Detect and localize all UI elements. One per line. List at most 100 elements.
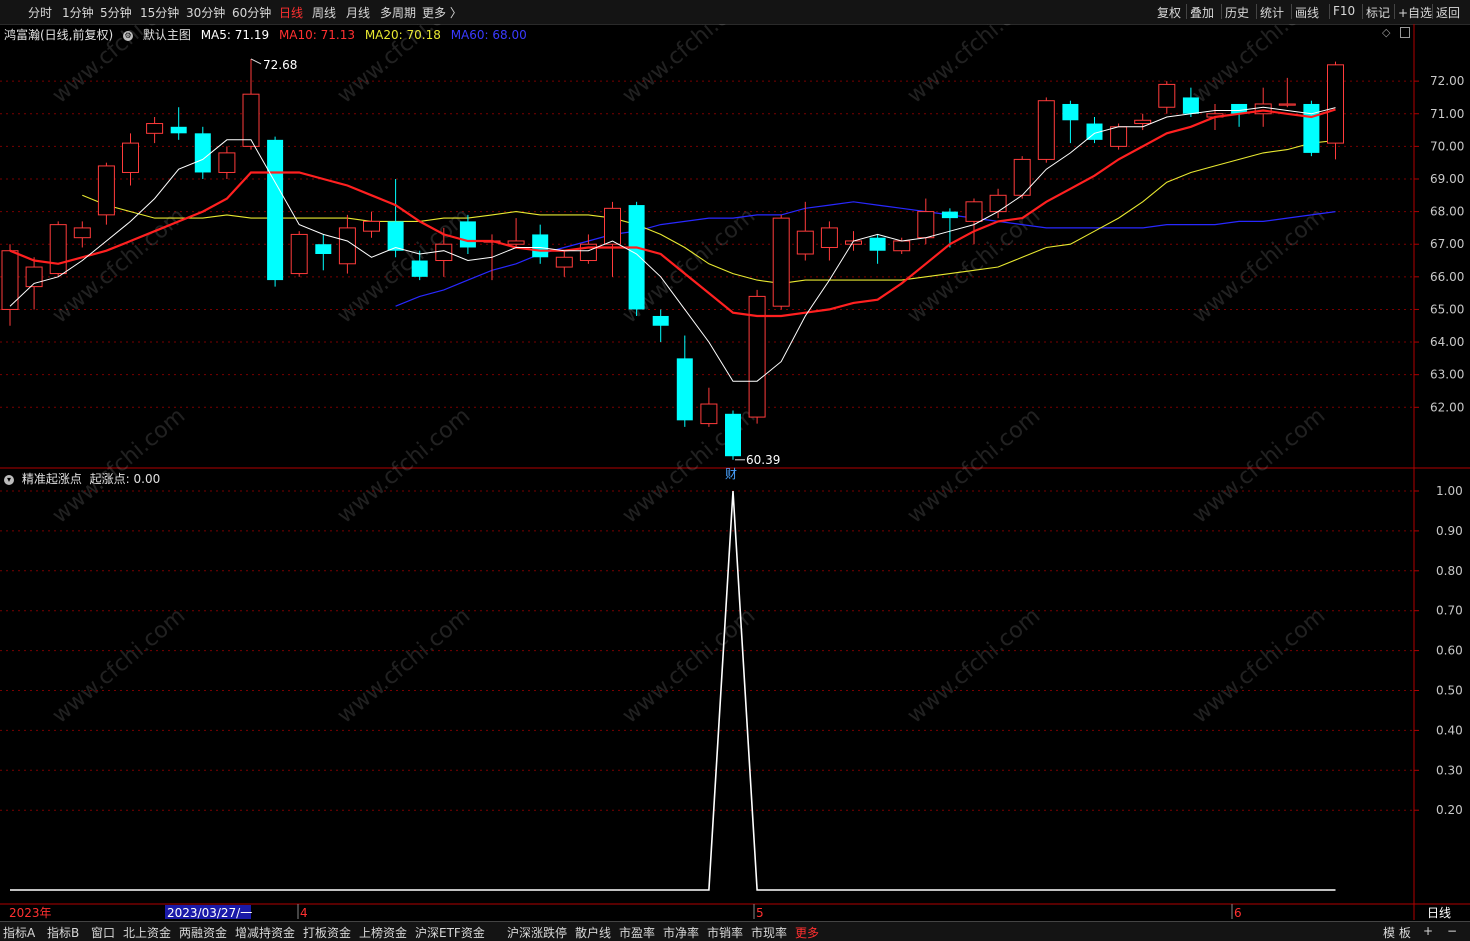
toolbar-button-4[interactable]: 画线 — [1295, 4, 1319, 21]
price-tick-label: 72.00 — [1430, 74, 1464, 88]
indicator-tab-5[interactable]: 增减持资金 — [235, 924, 295, 941]
candle-body — [941, 211, 958, 219]
period-tab-0[interactable]: 分时 — [28, 4, 52, 21]
indicator-tab-2[interactable]: 窗口 — [91, 924, 115, 941]
candle-body — [363, 220, 380, 232]
period-tab-9[interactable]: 多周期 — [380, 4, 416, 21]
month-label: 6 — [1234, 906, 1242, 920]
toolbar-button-3[interactable]: 统计 — [1260, 4, 1284, 21]
candle — [1086, 117, 1103, 144]
indicator-tab-9[interactable]: 沪深涨跌停 — [507, 924, 567, 941]
indicator-tab-4[interactable]: 两融资金 — [179, 924, 227, 941]
candle — [49, 221, 67, 277]
toolbar-button-6[interactable]: 标记 — [1366, 4, 1390, 21]
price-tick-label: 66.00 — [1430, 270, 1464, 284]
candle-body — [917, 211, 935, 239]
candle-body — [49, 224, 67, 275]
period-toolbar: 分时 1分钟 5分钟 15分钟 30分钟 60分钟 日线 周线 月线 多周期 更多 〉 复权 叠加 历史… — [0, 0, 1470, 25]
month-label: 4 — [300, 906, 308, 920]
candle — [194, 126, 211, 179]
candle — [122, 133, 139, 186]
candle-body — [700, 403, 718, 425]
watermark-text: www.cfchi.com — [48, 24, 190, 109]
chart-area[interactable]: 62.00 63.00 64.00 65.00 66.00 67.00 68.00 69.00… — [0, 24, 1470, 920]
price-tick-label: 64.00 — [1430, 335, 1464, 349]
watermark-text: www.cfchi.com — [618, 24, 760, 109]
toolbar-button-0[interactable]: 复权 — [1157, 4, 1181, 21]
toolbar-separator — [1291, 4, 1292, 19]
period-tab-2[interactable]: 5分钟 — [100, 4, 132, 21]
indicator-tab-11[interactable]: 市盈率 — [619, 924, 655, 941]
candle-body — [869, 237, 886, 251]
indicator-tab-14[interactable]: 市现率 — [751, 924, 787, 941]
candle — [989, 188, 1007, 219]
indicator-tick-label: 0.40 — [1436, 723, 1463, 737]
period-tab-6[interactable]: 日线 — [279, 4, 303, 21]
toolbar-button-7[interactable]: +自选 — [1398, 4, 1432, 21]
watermark-text: www.cfchi.com — [1188, 24, 1330, 109]
candle-body — [772, 217, 790, 307]
watermark-text: www.cfchi.com — [1188, 603, 1330, 728]
indicator-tab-6[interactable]: 打板资金 — [303, 924, 351, 941]
period-tab-3[interactable]: 15分钟 — [140, 4, 179, 21]
indicator-tab-13[interactable]: 市销率 — [707, 924, 743, 941]
period-tab-5[interactable]: 60分钟 — [232, 4, 271, 21]
candle-body — [338, 227, 356, 265]
indicator-tab-12[interactable]: 市净率 — [663, 924, 699, 941]
period-tab-10[interactable]: 更多 〉 — [422, 4, 462, 21]
candle — [676, 335, 693, 427]
toolbar-button-8[interactable]: 返回 — [1436, 4, 1460, 21]
indicator-tab-15[interactable]: 更多 — [795, 924, 819, 941]
indicator-tab-7[interactable]: 上榜资金 — [359, 924, 407, 941]
period-tab-8[interactable]: 月线 — [346, 4, 370, 21]
price-tick-label: 67.00 — [1430, 237, 1464, 251]
price-tick-label: 70.00 — [1430, 139, 1464, 153]
candle — [604, 201, 621, 277]
period-tab-1[interactable]: 1分钟 — [62, 4, 94, 21]
candle-body — [267, 139, 284, 281]
indicator-tab-1[interactable]: 指标B — [47, 924, 79, 941]
candle — [725, 410, 741, 460]
candle — [555, 250, 573, 277]
candle — [1134, 113, 1152, 131]
price-tick-label: 65.00 — [1430, 302, 1464, 316]
candle-body — [965, 201, 983, 222]
indicator-tab-3[interactable]: 北上资金 — [123, 924, 171, 941]
toolbar-separator — [1362, 4, 1363, 19]
toolbar-separator — [1186, 4, 1187, 19]
template-button[interactable]: 模 板 — [1383, 924, 1411, 941]
toolbar-button-5[interactable]: F10 — [1333, 4, 1355, 18]
indicator-tab-0[interactable]: 指标A — [3, 924, 35, 941]
candle — [820, 221, 838, 261]
year-label: 2023年 — [9, 906, 52, 920]
period-tab-4[interactable]: 30分钟 — [186, 4, 225, 21]
candle — [146, 117, 164, 144]
candle-body — [725, 413, 741, 457]
watermark-text: www.cfchi.com — [333, 24, 475, 109]
price-tick-label: 62.00 — [1430, 400, 1464, 414]
toolbar-button-2[interactable]: 历史 — [1225, 4, 1249, 21]
candle — [700, 387, 718, 427]
candle — [507, 218, 525, 248]
candle-body — [1182, 97, 1199, 114]
candle — [363, 211, 380, 238]
candle-body — [97, 165, 115, 216]
period-tab-7[interactable]: 周线 — [312, 4, 336, 21]
candle-body — [1327, 64, 1344, 144]
indicator-tab-8[interactable]: 沪深ETF资金 — [415, 924, 485, 941]
low-price-label: 60.39 — [746, 453, 780, 467]
candle — [290, 231, 308, 277]
candle — [1158, 81, 1176, 114]
candle-body — [507, 240, 525, 245]
watermark-text: www.cfchi.com — [618, 603, 760, 728]
candle-body — [194, 133, 211, 173]
price-tick-label: 71.00 — [1430, 107, 1464, 121]
candle-body — [893, 240, 911, 252]
candle-body — [411, 260, 428, 277]
zoom-in-button[interactable]: + — [1423, 924, 1433, 938]
zoom-out-button[interactable]: − — [1447, 924, 1457, 938]
indicator-tab-10[interactable]: 散户线 — [575, 924, 611, 941]
candle — [218, 146, 236, 179]
toolbar-button-1[interactable]: 叠加 — [1190, 4, 1214, 21]
toolbar-separator — [1329, 4, 1330, 19]
